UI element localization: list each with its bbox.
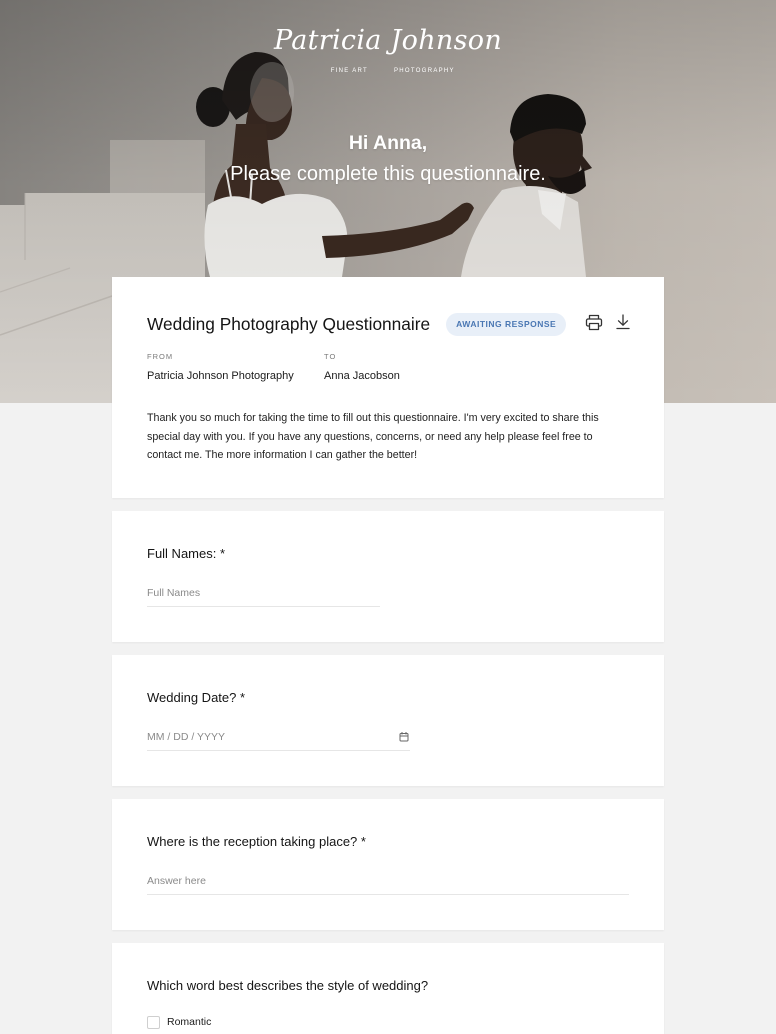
intro-line: contact me. The more information I can g… xyxy=(147,449,418,461)
brand-logo: Patricia Johnson FINE ART PHOTOGRAPHY xyxy=(0,20,776,82)
print-button[interactable] xyxy=(585,314,603,331)
intro-line: Thank you so much for taking the time to… xyxy=(147,412,599,424)
logo-tagline-right: PHOTOGRAPHY xyxy=(394,68,455,74)
intro-message: Thank you so much for taking the time to… xyxy=(147,409,632,465)
recipient-info: TO Anna Jacobson xyxy=(324,351,400,383)
printer-icon[interactable] xyxy=(585,314,603,331)
wedding-date-input[interactable] xyxy=(147,723,410,750)
document-actions xyxy=(585,314,630,331)
question-card-reception-location: Where is the reception taking place? * xyxy=(112,799,664,930)
download-button[interactable] xyxy=(616,314,630,330)
logo-signature: Patricia Johnson xyxy=(273,25,503,56)
question-card-wedding-style: Which word best describes the style of w… xyxy=(112,943,664,1034)
from-label: FROM xyxy=(147,352,174,361)
full-names-input[interactable] xyxy=(147,579,380,606)
romantic-checkbox[interactable] xyxy=(147,1016,160,1029)
question-label: Where is the reception taking place? * xyxy=(147,834,366,849)
document-title: Wedding Photography Questionnaire xyxy=(147,314,431,334)
document-header-card: Wedding Photography Questionnaire AWAITI… xyxy=(112,277,664,498)
intro-line: special day with you. If you have any qu… xyxy=(147,430,593,443)
download-icon[interactable] xyxy=(616,314,630,330)
to-value: Anna Jacobson xyxy=(324,370,400,382)
logo-tagline-left: FINE ART xyxy=(330,68,368,74)
reception-location-input[interactable] xyxy=(147,867,629,894)
from-value: Patricia Johnson Photography xyxy=(147,370,294,382)
status-badge: AWAITING RESPONSE xyxy=(446,312,567,336)
sender-info: FROM Patricia Johnson Photography xyxy=(147,351,294,383)
wedding-date-field xyxy=(147,723,410,751)
option-romantic[interactable]: Romantic xyxy=(147,1016,211,1029)
greeting-subtitle: Please complete this questionnaire. xyxy=(230,163,546,185)
reception-location-field xyxy=(147,867,629,895)
to-label: TO xyxy=(324,352,337,361)
greeting-heading: Hi Anna, xyxy=(348,132,428,154)
question-label: Wedding Date? * xyxy=(147,690,246,705)
title-row: Wedding Photography Questionnaire AWAITI… xyxy=(147,312,630,336)
calendar-icon[interactable] xyxy=(399,731,409,742)
question-card-full-names: Full Names: * xyxy=(112,511,664,642)
question-card-wedding-date: Wedding Date? * xyxy=(112,655,664,786)
option-label: Romantic xyxy=(167,1016,212,1028)
question-label: Which word best describes the style of w… xyxy=(147,978,429,993)
full-names-field xyxy=(147,579,380,607)
questionnaire: Wedding Photography Questionnaire AWAITI… xyxy=(112,277,664,1034)
question-label: Full Names: * xyxy=(147,546,226,561)
